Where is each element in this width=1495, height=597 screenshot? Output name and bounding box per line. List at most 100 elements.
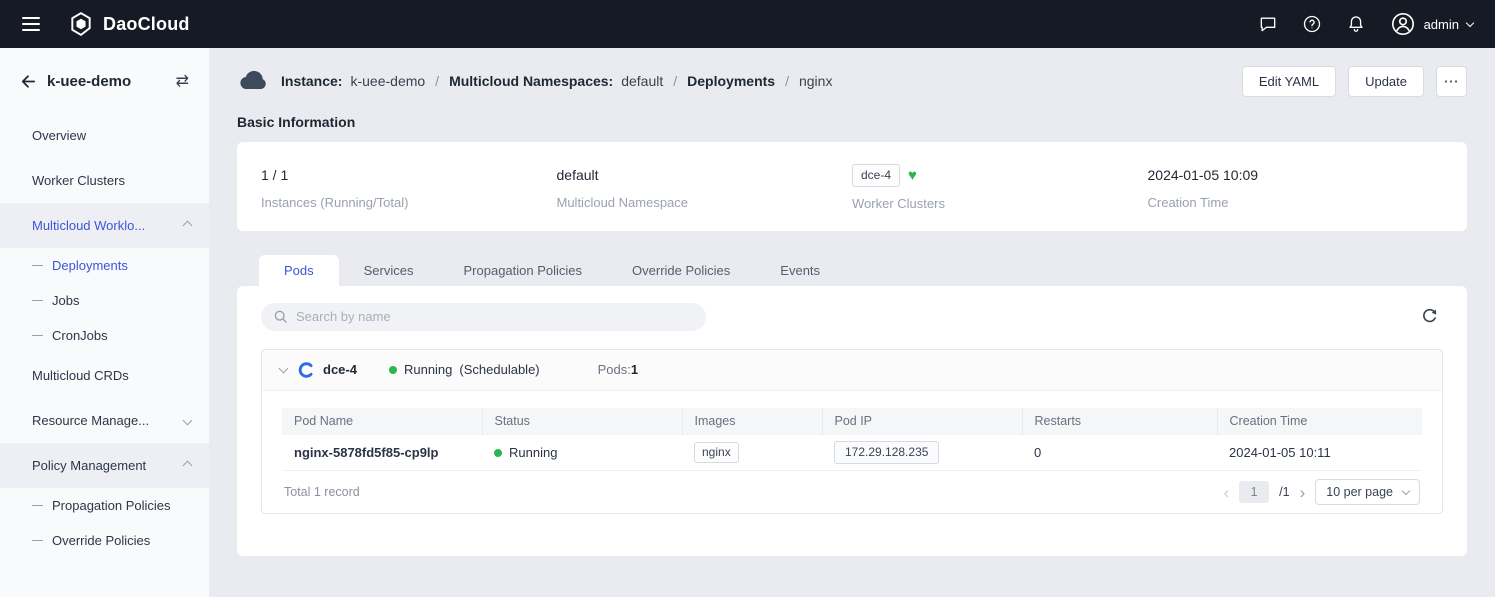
daocloud-logo-icon [68,11,94,37]
table-row[interactable]: nginx-5878fd5f85-cp9lp Running nginx 17 [282,435,1422,471]
brand: DaoCloud [68,11,190,37]
creation-time-value: 2024-01-05 10:09 [1148,164,1444,186]
breadcrumb: Instance: k-uee-demo / Multicloud Namesp… [281,73,832,89]
instances-label: Instances (Running/Total) [261,195,557,210]
detail-tabs: Pods Services Propagation Policies Overr… [237,255,1467,286]
dash-icon [32,540,43,541]
cluster-name: dce-4 [323,362,357,377]
tab-events[interactable]: Events [755,255,845,286]
topbar: DaoCloud [0,0,1495,48]
dash-icon [32,505,43,506]
sidebar-item-jobs[interactable]: Jobs [0,283,209,318]
refresh-icon[interactable] [1420,307,1443,326]
page: DaoCloud [0,0,1495,597]
page-input[interactable]: 1 [1239,481,1269,503]
sidebar-item-multicloud-crds[interactable]: Multicloud CRDs [0,353,209,398]
switch-instance-icon[interactable]: ⇄ [176,74,189,90]
basic-information-heading: Basic Information [237,114,1467,130]
breadcrumb-deployments[interactable]: Deployments [687,73,775,89]
cluster-group-header[interactable]: dce-4 Running (Schedulable) Pods:1 [262,350,1442,391]
tab-propagation-policies[interactable]: Propagation Policies [439,255,608,286]
user-chevron-down-icon [1466,18,1474,26]
notifications-bell-icon[interactable] [1346,14,1366,34]
cluster-tag[interactable]: dce-4 [852,164,900,187]
creation-time-label: Creation Time [1148,195,1444,210]
namespace-value: default [557,164,853,186]
instances-value: 1 / 1 [261,164,557,186]
search-input[interactable] [296,309,694,324]
search-icon [273,309,288,324]
pod-restarts-cell: 0 [1022,435,1217,471]
edit-yaml-button[interactable]: Edit YAML [1242,66,1336,97]
page-total-label: /1 [1279,485,1289,499]
sidebar-item-cronjobs[interactable]: CronJobs [0,318,209,353]
chevron-up-icon [183,461,193,471]
chevron-up-icon [183,221,193,231]
col-creation-time: Creation Time [1217,408,1422,435]
pod-status-cell: Running [509,445,557,460]
tab-override-policies[interactable]: Override Policies [607,255,755,286]
sidebar-item-propagation-policies[interactable]: Propagation Policies [0,488,209,523]
tab-services[interactable]: Services [339,255,439,286]
info-worker-clusters: dce-4 ♥ Worker Clusters [852,164,1148,211]
namespace-label: Multicloud Namespace [557,195,853,210]
pod-image-tag[interactable]: nginx [694,442,739,463]
sidebar-item-overview[interactable]: Overview [0,113,209,158]
col-images: Images [682,408,822,435]
breadcrumb-resource: nginx [799,73,832,89]
collapse-chevron-down-icon[interactable] [279,363,289,373]
dash-icon [32,300,43,301]
more-actions-button[interactable]: ⋯ [1436,66,1467,97]
prev-page-icon[interactable]: ‹ [1223,484,1229,501]
sidebar-item-deployments[interactable]: Deployments [0,248,209,283]
sidebar-item-resource-management[interactable]: Resource Manage... [0,398,209,443]
sidebar-item-policy-management[interactable]: Policy Management [0,443,209,488]
back-arrow-icon[interactable] [18,72,37,91]
dash-icon [32,335,43,336]
user-menu[interactable]: admin [1390,11,1473,37]
sidebar-item-override-policies[interactable]: Override Policies [0,523,209,558]
brand-name: DaoCloud [103,14,190,35]
col-pod-ip: Pod IP [822,408,1022,435]
hamburger-menu-icon[interactable] [22,17,40,31]
cloud-icon [237,65,269,97]
pods-table: Pod Name Status Images Pod IP Restarts C… [282,408,1422,472]
instance-title: k-uee-demo [47,73,166,90]
cluster-status-text: Running [404,362,452,377]
total-records-label: Total 1 record [284,485,360,499]
health-heart-icon: ♥ [908,167,917,184]
chevron-down-icon [1402,487,1410,495]
breadcrumb-namespace-value[interactable]: default [621,73,663,89]
breadcrumb-namespace-label: Multicloud Namespaces: [449,73,613,89]
breadcrumb-instance-label: Instance: [281,73,342,89]
cluster-schedulable-text: (Schedulable) [459,362,539,377]
sidebar-item-multicloud-workloads[interactable]: Multicloud Worklo... [0,203,209,248]
breadcrumb-instance-value[interactable]: k-uee-demo [350,73,425,89]
pod-creation-time-cell: 2024-01-05 10:11 [1217,435,1422,471]
info-instances: 1 / 1 Instances (Running/Total) [261,164,557,211]
col-pod-name: Pod Name [282,408,482,435]
pagination: ‹ 1 /1 › 10 per page [1223,479,1420,505]
col-restarts: Restarts [1022,408,1217,435]
username-label: admin [1424,17,1459,32]
pod-name-cell[interactable]: nginx-5878fd5f85-cp9lp [282,435,482,471]
basic-information-card: 1 / 1 Instances (Running/Total) default … [237,142,1467,231]
chevron-down-icon [183,416,193,426]
info-creation-time: 2024-01-05 10:09 Creation Time [1148,164,1444,211]
worker-clusters-label: Worker Clusters [852,196,1148,211]
sidebar-item-worker-clusters[interactable]: Worker Clusters [0,158,209,203]
tab-pods[interactable]: Pods [259,255,339,286]
status-dot-icon [389,366,397,374]
main-content: Instance: k-uee-demo / Multicloud Namesp… [209,48,1495,597]
pod-ip-tag[interactable]: 172.29.128.235 [834,441,939,464]
chat-icon[interactable] [1258,14,1278,34]
dash-icon [32,265,43,266]
help-icon[interactable] [1302,14,1322,34]
update-button[interactable]: Update [1348,66,1424,97]
cluster-pods-count: Pods:1 [598,362,638,377]
col-status: Status [482,408,682,435]
next-page-icon[interactable]: › [1300,484,1306,501]
page-size-select[interactable]: 10 per page [1315,479,1420,505]
avatar-icon [1390,11,1416,37]
cluster-group: dce-4 Running (Schedulable) Pods:1 [261,349,1443,515]
